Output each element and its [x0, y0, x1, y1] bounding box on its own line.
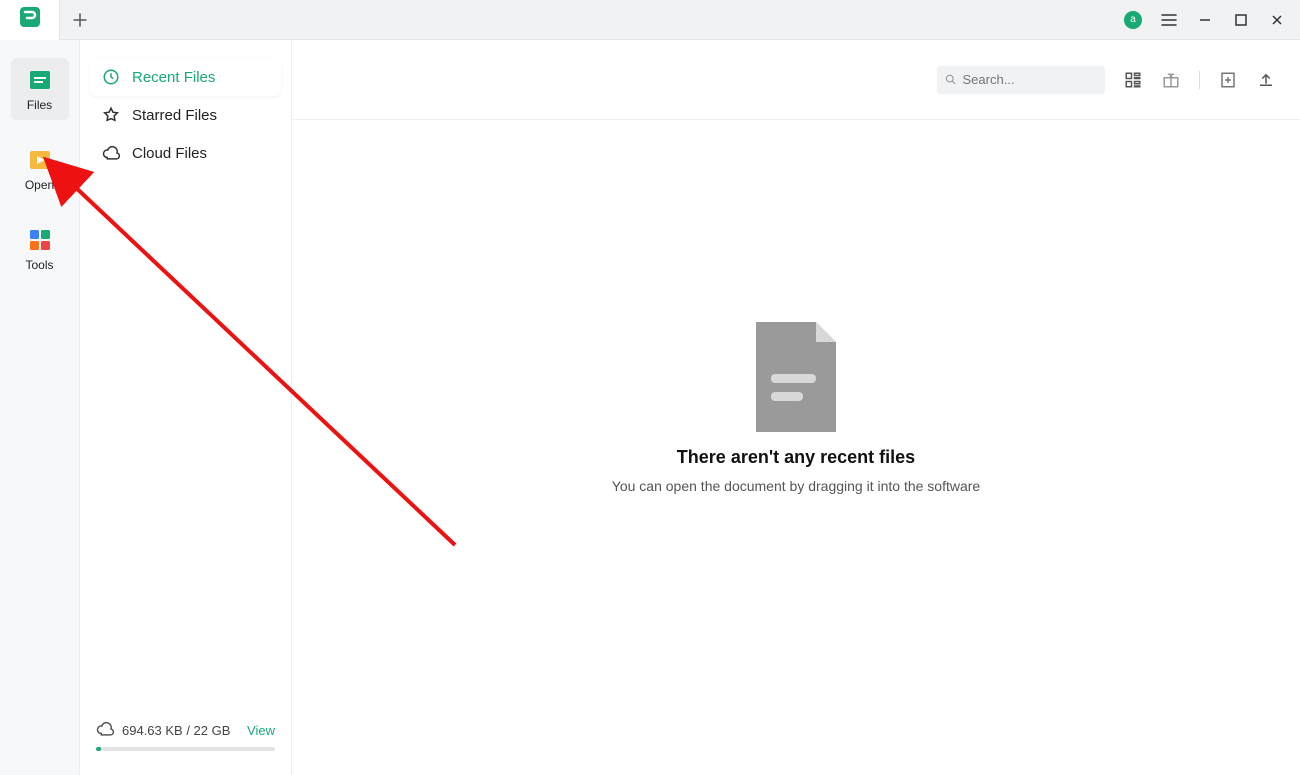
nav-label-files: Files: [27, 98, 52, 112]
app-body: Files Open Tools Rec: [0, 40, 1300, 775]
titlebar-right: a: [1124, 11, 1300, 29]
storage-progress: [96, 747, 275, 751]
sidebar-nav: Files Open Tools: [0, 40, 80, 775]
empty-subtitle: You can open the document by dragging it…: [612, 478, 980, 494]
files-icon: [26, 66, 54, 94]
new-tab-button[interactable]: [60, 0, 100, 40]
cat-item-starred[interactable]: Starred Files: [90, 96, 281, 134]
storage-progress-fill: [96, 747, 101, 751]
avatar[interactable]: a: [1124, 11, 1142, 29]
minimize-button[interactable]: [1196, 11, 1214, 29]
sidebar-categories: Recent Files Starred Files Cloud Files 6…: [80, 40, 292, 775]
nav-item-files[interactable]: Files: [11, 58, 69, 120]
storage-usage-text: 694.63 KB / 22 GB: [122, 723, 230, 738]
storage-bar: 694.63 KB / 22 GB View: [90, 720, 281, 765]
hamburger-menu-button[interactable]: [1160, 11, 1178, 29]
tools-icon: [26, 226, 54, 254]
minimize-icon: [1198, 13, 1212, 27]
cloud-storage-icon: [96, 720, 114, 741]
maximize-icon: [1235, 14, 1247, 26]
empty-state: There aren't any recent files You can op…: [292, 80, 1300, 735]
storage-view-link[interactable]: View: [247, 723, 275, 738]
nav-item-tools[interactable]: Tools: [11, 218, 69, 280]
close-button[interactable]: [1268, 11, 1286, 29]
maximize-button[interactable]: [1232, 11, 1250, 29]
plus-icon: [73, 13, 87, 27]
main-content: There aren't any recent files You can op…: [292, 40, 1300, 775]
nav-label-tools: Tools: [25, 258, 53, 272]
star-icon: [102, 106, 120, 124]
open-icon: [26, 146, 54, 174]
cloud-icon: [102, 144, 120, 162]
clock-icon: [102, 68, 120, 86]
hamburger-icon: [1161, 13, 1177, 27]
cat-label-starred: Starred Files: [132, 107, 217, 124]
empty-doc-icon: [751, 322, 841, 437]
app-tab[interactable]: [0, 0, 60, 40]
titlebar-left: [0, 0, 100, 39]
avatar-initial: a: [1130, 14, 1136, 25]
close-icon: [1271, 14, 1283, 26]
cat-label-cloud: Cloud Files: [132, 145, 207, 162]
nav-label-open: Open: [25, 178, 54, 192]
cat-label-recent: Recent Files: [132, 69, 215, 86]
app-logo-icon: [18, 5, 42, 34]
empty-title: There aren't any recent files: [677, 447, 915, 468]
cat-item-cloud[interactable]: Cloud Files: [90, 134, 281, 172]
titlebar: a: [0, 0, 1300, 40]
nav-item-open[interactable]: Open: [11, 138, 69, 200]
cat-item-recent[interactable]: Recent Files: [90, 58, 281, 96]
